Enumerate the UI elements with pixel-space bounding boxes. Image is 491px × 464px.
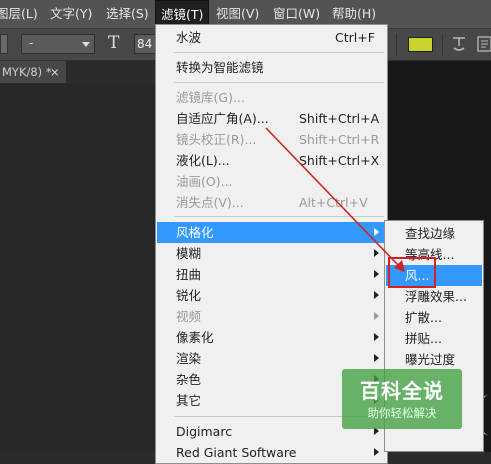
watermark-badge: 百科全说 助你轻松解决: [342, 369, 462, 429]
watermark-subtitle: 助你轻松解决: [367, 406, 437, 420]
watermark-title: 百科全说: [360, 379, 444, 403]
